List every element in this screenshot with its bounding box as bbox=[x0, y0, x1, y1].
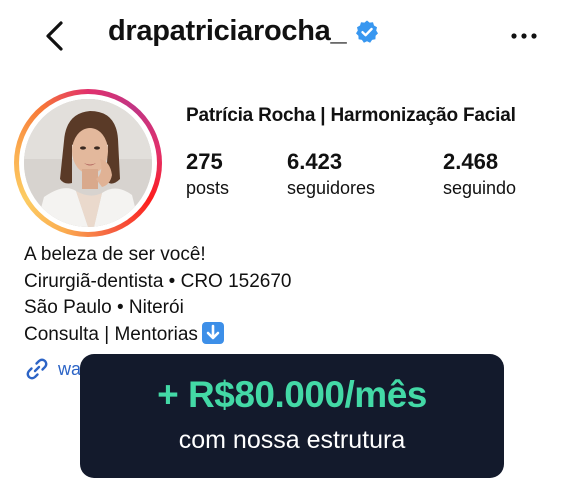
followers-label: seguidores bbox=[287, 178, 376, 198]
profile-full-name: Patrícia Rocha | Harmonização Facial bbox=[186, 105, 516, 126]
promo-title: + R$80.000/mês bbox=[157, 374, 427, 415]
avatar[interactable] bbox=[24, 99, 152, 227]
following-label: seguindo bbox=[443, 178, 517, 198]
avatar-photo bbox=[24, 99, 152, 227]
followers-stat[interactable]: 6.423 seguidores bbox=[287, 148, 375, 200]
bio-line: A beleza de ser você! bbox=[24, 244, 206, 265]
promo-overlay-card: + R$80.000/mês com nossa estrutura bbox=[80, 354, 504, 478]
more-options-button[interactable] bbox=[505, 18, 545, 54]
bio-line: São Paulo • Niterói bbox=[24, 297, 184, 318]
bio-line: Cirurgiã-dentista • CRO 152670 bbox=[24, 270, 292, 292]
bio-line-with-emoji: Consulta | Mentorias bbox=[24, 321, 292, 349]
link-icon bbox=[26, 358, 48, 380]
back-button[interactable] bbox=[36, 16, 76, 56]
profile-link[interactable]: wa bbox=[24, 356, 81, 382]
username-row: drapatriciarocha_ bbox=[108, 15, 380, 48]
posts-count: 275 bbox=[186, 149, 223, 174]
link-text[interactable]: wa bbox=[58, 359, 81, 380]
story-ring-gap bbox=[19, 94, 157, 232]
posts-stat[interactable]: 275 posts bbox=[186, 148, 229, 200]
story-ring[interactable] bbox=[14, 89, 162, 237]
down-arrow-emoji-icon bbox=[201, 321, 224, 344]
bio-line: Consulta | Mentorias bbox=[24, 323, 198, 345]
following-stat[interactable]: 2.468 seguindo bbox=[443, 148, 516, 200]
profile-header: drapatriciarocha_ bbox=[0, 0, 585, 72]
more-horizontal-icon bbox=[511, 33, 537, 39]
chevron-left-icon bbox=[46, 21, 63, 51]
following-count: 2.468 bbox=[443, 149, 499, 174]
profile-bio: A beleza de ser você! Cirurgiã-dentista … bbox=[24, 242, 292, 348]
verified-badge-icon bbox=[356, 20, 379, 43]
promo-subtitle: com nossa estrutura bbox=[178, 426, 406, 454]
followers-count: 6.423 bbox=[287, 149, 343, 174]
posts-label: posts bbox=[186, 178, 230, 198]
username: drapatriciarocha_ bbox=[108, 15, 347, 47]
